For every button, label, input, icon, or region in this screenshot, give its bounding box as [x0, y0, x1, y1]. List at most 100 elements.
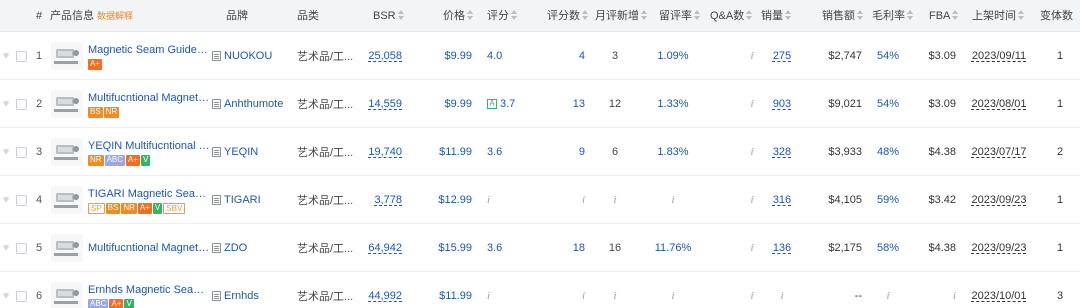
product-title-link[interactable]: TIGARI Magnetic Seam G... [88, 187, 210, 201]
product-thumbnail[interactable] [50, 128, 84, 176]
sort-icon [1018, 10, 1024, 21]
row-checkbox[interactable] [16, 176, 27, 224]
header-rating-sort[interactable]: 评分 [487, 0, 517, 32]
sales-link[interactable]: 903 [770, 80, 794, 128]
header-monthly-new: 月评新增 [595, 10, 639, 22]
bsr-link[interactable]: 3,778 [358, 176, 402, 224]
row-checkbox[interactable] [16, 80, 27, 128]
document-icon[interactable] [212, 291, 221, 301]
header-revenue-sort[interactable]: 销售额 [822, 0, 863, 32]
brand-link[interactable]: TIGARI [224, 194, 261, 206]
fba-cell: $3.09 [928, 50, 956, 62]
product-title-link[interactable]: Magnetic Seam Guide for... [88, 43, 210, 57]
favorite-heart-icon[interactable]: ♥ [0, 80, 12, 128]
favorite-heart-icon[interactable]: ♥ [0, 272, 12, 308]
product-tag: V [152, 202, 163, 214]
product-thumbnail[interactable] [50, 80, 84, 128]
header-fba-sort[interactable]: FBA [929, 0, 959, 32]
retention-cell: 11.76% [654, 242, 692, 254]
document-icon[interactable] [212, 51, 221, 61]
sort-icon [511, 10, 517, 21]
header-bsr-sort[interactable]: BSR [373, 0, 404, 32]
checkbox-box[interactable] [16, 194, 27, 206]
favorite-heart-icon[interactable]: ♥ [0, 32, 12, 80]
monthly-new-cell: i [613, 194, 617, 206]
table-row[interactable]: ♥ 5 Multifucntional Magnetic... ZDO 艺术品/工...… [0, 224, 1080, 272]
header-qa-sort[interactable]: Q&A数 [710, 0, 753, 32]
document-icon[interactable] [212, 195, 221, 205]
fba-cell: $3.09 [928, 98, 956, 110]
product-thumbnail[interactable] [50, 32, 84, 80]
row-checkbox[interactable] [16, 32, 27, 80]
product-thumbnail[interactable] [50, 224, 84, 272]
header-sales-sort[interactable]: 销量 [761, 0, 791, 32]
document-icon[interactable] [212, 99, 221, 109]
category-cell: 艺术品/工... [297, 51, 354, 63]
rating-count-cell: 18 [572, 242, 585, 254]
product-thumbnail-art [51, 138, 83, 166]
checkbox-box[interactable] [16, 98, 27, 110]
row-checkbox[interactable] [16, 272, 27, 308]
price-cell: $11.99 [439, 146, 472, 158]
sales-link[interactable]: 136 [770, 224, 794, 272]
listed-date-link[interactable]: 2023/09/23 [970, 224, 1028, 272]
product-title-link[interactable]: Multifucntional Magnetic... [88, 91, 210, 105]
sales-link[interactable]: 316 [770, 176, 794, 224]
favorite-heart-icon[interactable]: ♥ [0, 176, 12, 224]
favorite-heart-icon[interactable]: ♥ [0, 224, 12, 272]
qa-cell: i [750, 146, 754, 158]
brand-link[interactable]: YEQIN [224, 146, 258, 158]
product-thumbnail[interactable] [50, 176, 84, 224]
header-monthly-new-sort[interactable]: 月评新增 [595, 0, 647, 32]
product-title-link[interactable]: Ernhds Magnetic Seam G... [88, 283, 210, 297]
row-checkbox[interactable] [16, 128, 27, 176]
brand-link[interactable]: NUOKOU [224, 50, 272, 62]
bsr-link[interactable]: 25,058 [358, 32, 402, 80]
category-cell: 艺术品/工... [297, 99, 354, 111]
table-row[interactable]: ♥ 2 Multifucntional Magnetic... BS NR Anhthum… [0, 80, 1080, 128]
header-rating-count-sort[interactable]: 评分数 [547, 0, 588, 32]
listed-date-link[interactable]: 2023/10/01 [970, 272, 1028, 308]
checkbox-box[interactable] [16, 50, 27, 62]
bsr-link[interactable]: 14,559 [358, 80, 402, 128]
checkbox-box[interactable] [16, 146, 27, 158]
monthly-new-cell: i [613, 290, 617, 302]
brand-link[interactable]: ZDO [224, 242, 247, 254]
document-icon[interactable] [212, 147, 221, 157]
header-margin-sort[interactable]: 毛利率 [872, 0, 913, 32]
bsr-link[interactable]: 19,740 [358, 128, 402, 176]
checkbox-box[interactable] [16, 242, 27, 254]
listed-date-link[interactable]: 2023/09/23 [970, 176, 1028, 224]
listed-date-link[interactable]: 2023/09/11 [970, 32, 1028, 80]
sales-link[interactable]: 328 [770, 128, 794, 176]
product-thumbnail-art [51, 186, 83, 214]
table-row[interactable]: ♥ 1 Magnetic Seam Guide for... A+ NUOKOU 艺术品/… [0, 32, 1080, 80]
header-retention-sort[interactable]: 留评率 [659, 0, 700, 32]
sales-link[interactable]: 275 [770, 32, 794, 80]
bsr-link[interactable]: 64,942 [358, 224, 402, 272]
bsr-link[interactable]: 44,992 [358, 272, 402, 308]
header-margin: 毛利率 [872, 10, 905, 22]
table-row[interactable]: ♥ 3 YEQIN Multifucntional M... NR ABC A+ V YEQI… [0, 128, 1080, 176]
favorite-heart-icon[interactable]: ♥ [0, 128, 12, 176]
brand-link[interactable]: Ernhds [224, 290, 259, 302]
table-row[interactable]: ♥ 6 Ernhds Magnetic Seam G... ABC A+ V Ernhds 艺… [0, 272, 1080, 308]
header-price-sort[interactable]: 价格 [443, 0, 473, 32]
product-title-link[interactable]: Multifucntional Magnetic... [88, 241, 210, 255]
row-checkbox[interactable] [16, 224, 27, 272]
product-tag: NR [121, 202, 137, 214]
table-row[interactable]: ♥4TIGARI Magnetic Seam G...SPBSNRA+VSBVT… [0, 176, 1080, 224]
brand-link[interactable]: Anhthumote [224, 98, 283, 110]
checkbox-box[interactable] [16, 290, 27, 302]
product-title-link[interactable]: YEQIN Multifucntional M... [88, 139, 210, 153]
listed-date-link[interactable]: 2023/08/01 [970, 80, 1028, 128]
product-thumbnail[interactable] [50, 272, 84, 308]
data-explain-link[interactable]: 数据解释 [97, 11, 133, 21]
sort-icon [582, 10, 588, 21]
product-tag: NR [88, 154, 104, 166]
header-listed: 上架时间 [972, 10, 1016, 22]
document-icon[interactable] [212, 243, 221, 253]
qa-cell: i [750, 290, 754, 302]
header-listed-sort[interactable]: 上架时间 [972, 0, 1024, 32]
listed-date-link[interactable]: 2023/07/17 [970, 128, 1028, 176]
